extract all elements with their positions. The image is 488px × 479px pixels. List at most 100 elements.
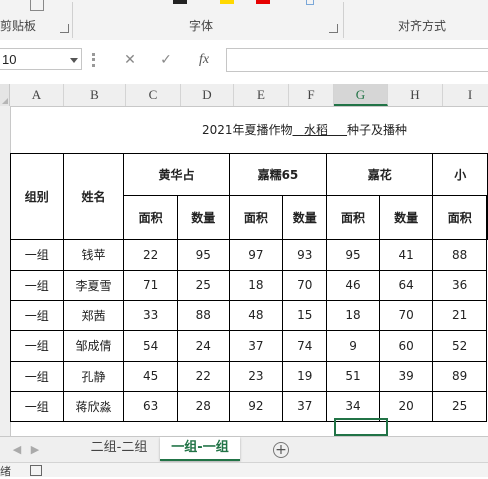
value-cell[interactable]: 74 [282, 329, 328, 362]
column-header-h[interactable]: H [388, 84, 443, 106]
blank-cell[interactable] [486, 194, 488, 240]
value-cell[interactable]: 25 [176, 269, 230, 301]
value-cell[interactable]: 33 [123, 299, 178, 331]
value-cell[interactable]: 51 [326, 360, 380, 392]
group-cell[interactable]: 一组 [10, 269, 64, 301]
qty-header[interactable]: 数量 [378, 194, 434, 240]
header-group[interactable]: 组别 [10, 152, 64, 240]
worksheet[interactable]: 2021年夏播作物 水稻 种子及播种 组别 姓名 黄华占 嘉糯65 嘉花 小 面… [10, 106, 488, 436]
value-cell[interactable]: 34 [326, 390, 380, 422]
value-cell[interactable]: 48 [228, 299, 284, 331]
value-cell[interactable]: 18 [228, 269, 284, 301]
cancel-icon[interactable]: ✕ [118, 49, 142, 71]
value-cell[interactable]: 21 [432, 299, 487, 331]
area-header[interactable]: 面积 [326, 194, 380, 240]
formula-bar-grip-icon[interactable] [92, 53, 98, 67]
select-all-button[interactable] [0, 84, 10, 106]
column-header-d[interactable]: D [181, 84, 234, 106]
sheet-title[interactable]: 2021年夏播作物 水稻 种子及播种 [10, 106, 487, 154]
value-cell[interactable]: 52 [432, 329, 487, 362]
value-cell[interactable]: 70 [378, 299, 434, 331]
name-box-dropdown-icon[interactable] [70, 58, 78, 63]
phonetic-icon[interactable] [306, 0, 314, 5]
next-sheet-icon[interactable]: ▶ [28, 441, 42, 459]
area-header[interactable]: 面积 [432, 194, 487, 240]
value-cell[interactable]: 46 [326, 269, 380, 301]
value-cell[interactable]: 45 [123, 360, 178, 392]
sheet-tab-active[interactable]: 一组-一组 [160, 437, 240, 461]
column-header-a[interactable]: A [10, 84, 64, 106]
variety-header[interactable]: 小 [432, 152, 488, 196]
area-header[interactable]: 面积 [123, 194, 178, 240]
name-cell[interactable]: 钱苹 [62, 238, 125, 271]
value-cell[interactable]: 70 [282, 269, 328, 301]
group-cell[interactable]: 一组 [10, 360, 64, 392]
value-cell[interactable]: 95 [176, 238, 230, 271]
variety-header[interactable]: 嘉花 [326, 152, 434, 196]
value-cell[interactable]: 71 [123, 269, 178, 301]
column-header-i[interactable]: I [443, 84, 488, 106]
value-cell[interactable]: 37 [282, 390, 328, 422]
prev-sheet-icon[interactable]: ◀ [10, 441, 24, 459]
group-cell[interactable]: 一组 [10, 390, 64, 422]
value-cell[interactable]: 25 [432, 390, 487, 422]
value-cell[interactable]: 22 [123, 238, 178, 271]
border-icon[interactable] [173, 0, 187, 4]
name-cell[interactable]: 邹成倩 [62, 329, 125, 362]
column-header-e[interactable]: E [234, 84, 289, 106]
value-cell[interactable]: 88 [432, 238, 487, 271]
name-cell[interactable]: 李夏雪 [62, 269, 125, 301]
value-cell[interactable]: 24 [176, 329, 230, 362]
column-header-c[interactable]: C [126, 84, 181, 106]
variety-header[interactable]: 黄华占 [123, 152, 230, 196]
value-cell[interactable]: 97 [228, 238, 284, 271]
macro-record-icon[interactable] [30, 465, 42, 476]
fill-color-icon[interactable] [220, 0, 234, 4]
font-color-icon[interactable] [256, 0, 270, 4]
qty-header[interactable]: 数量 [282, 194, 328, 240]
value-cell[interactable]: 54 [123, 329, 178, 362]
value-cell[interactable]: 88 [176, 299, 230, 331]
active-cell-selection[interactable] [334, 418, 388, 436]
qty-header[interactable]: 数量 [176, 194, 230, 240]
confirm-icon[interactable]: ✓ [154, 49, 178, 71]
value-cell[interactable]: 92 [228, 390, 284, 422]
value-cell[interactable]: 60 [378, 329, 434, 362]
value-cell[interactable]: 36 [432, 269, 487, 301]
value-cell[interactable]: 39 [378, 360, 434, 392]
format-painter-icon[interactable] [30, 0, 44, 11]
value-cell[interactable]: 41 [378, 238, 434, 271]
value-cell[interactable]: 20 [378, 390, 434, 422]
column-header-f[interactable]: F [289, 84, 334, 106]
group-cell[interactable]: 一组 [10, 299, 64, 331]
value-cell[interactable]: 19 [282, 360, 328, 392]
name-cell[interactable]: 郑茜 [62, 299, 125, 331]
value-cell[interactable]: 93 [282, 238, 328, 271]
header-name[interactable]: 姓名 [62, 152, 125, 240]
value-cell[interactable]: 22 [176, 360, 230, 392]
value-cell[interactable]: 64 [378, 269, 434, 301]
insert-function-button[interactable]: fx [192, 49, 216, 71]
value-cell[interactable]: 9 [326, 329, 380, 362]
value-cell[interactable]: 23 [228, 360, 284, 392]
name-cell[interactable]: 蒋欣淼 [62, 390, 125, 422]
value-cell[interactable]: 37 [228, 329, 284, 362]
column-header-g[interactable]: G [334, 84, 388, 106]
name-cell[interactable]: 孔静 [62, 360, 125, 392]
group-cell[interactable]: 一组 [10, 329, 64, 362]
sheet-tab[interactable]: 二组-二组 [80, 437, 158, 461]
add-sheet-icon[interactable]: + [273, 442, 289, 458]
variety-header[interactable]: 嘉糯65 [228, 152, 328, 196]
value-cell[interactable]: 15 [282, 299, 328, 331]
value-cell[interactable]: 63 [123, 390, 178, 422]
value-cell[interactable]: 28 [176, 390, 230, 422]
font-launcher-icon[interactable] [329, 24, 338, 33]
empty-row[interactable] [10, 420, 487, 436]
area-header[interactable]: 面积 [228, 194, 284, 240]
value-cell[interactable]: 18 [326, 299, 380, 331]
value-cell[interactable]: 89 [432, 360, 487, 392]
value-cell[interactable]: 95 [326, 238, 380, 271]
group-cell[interactable]: 一组 [10, 238, 64, 271]
column-header-b[interactable]: B [64, 84, 126, 106]
clipboard-launcher-icon[interactable] [60, 24, 69, 33]
